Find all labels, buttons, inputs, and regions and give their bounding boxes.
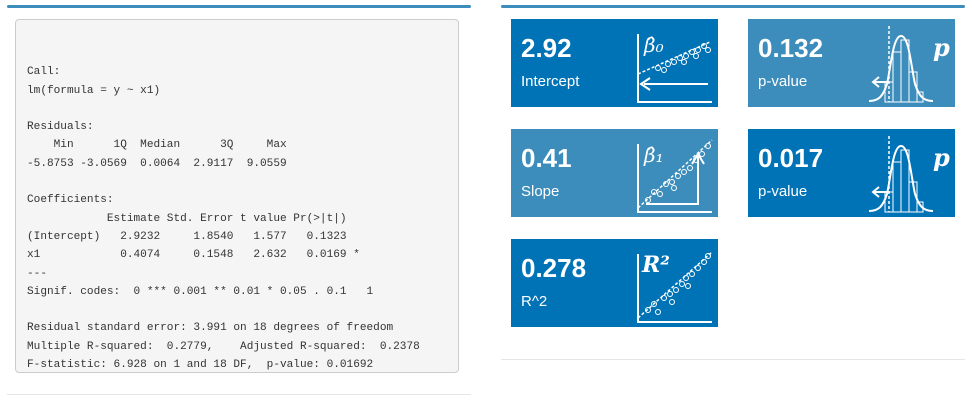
slope-pvalue-label: p-value [758, 183, 808, 200]
summary-line: F-statistic: 6.928 on 1 and 18 DF, p-val… [27, 359, 374, 372]
slope-pvalue-value: 0.017 [758, 143, 824, 173]
r2-symbol: R² [641, 252, 670, 278]
slope-pvalue-box: 0.017 p-value p [748, 129, 955, 217]
summary-line: Signif. codes: 0 *** 0.001 ** 0.01 * 0.0… [27, 285, 374, 298]
left-panel-bottom-rule [7, 394, 471, 395]
summary-line: Residuals: [27, 121, 94, 134]
beta1-symbol: β̂₁ [643, 143, 664, 167]
summary-text: Call: lm(formula = y ~ x1) Residuals: Mi… [16, 20, 458, 374]
intercept-pvalue-box: 0.132 p-value p [748, 19, 955, 107]
summary-line: Min 1Q Median 3Q Max [27, 139, 294, 152]
summary-line: x1 0.4074 0.1548 2.632 0.0169 * [27, 249, 360, 262]
slope-value: 0.41 [521, 143, 572, 173]
summary-line: Coefficients: [27, 194, 114, 207]
summary-line: -5.8753 -3.0569 0.0064 2.9117 9.0559 [27, 157, 294, 170]
summary-line: lm(formula = y ~ x1) [27, 84, 161, 97]
right-panel-bottom-rule [501, 359, 965, 360]
pvalue-distribution-icon: p [868, 136, 950, 213]
r-squared-value-box: 0.278 R^2 R² [511, 239, 718, 327]
left-panel-top-border [7, 5, 471, 8]
summary-line: Estimate Std. Error t value Pr(>|t|) [27, 212, 360, 225]
r-squared-value: 0.278 [521, 253, 587, 283]
beta0-intercept-icon: β̂₀ [637, 33, 712, 103]
regression-summary-output: Call: lm(formula = y ~ x1) Residuals: Mi… [15, 19, 459, 373]
r-squared-label: R^2 [521, 293, 548, 310]
summary-line: --- [27, 267, 47, 280]
right-panel-top-border [501, 5, 965, 8]
summary-line: Call: [27, 66, 61, 79]
slope-value-box: 0.41 Slope β̂₁ [511, 129, 718, 217]
slope-label: Slope [521, 183, 560, 200]
r-squared-icon: R² [637, 251, 713, 323]
intercept-pvalue-label: p-value [758, 73, 808, 90]
pvalue-distribution-icon: p [868, 26, 950, 103]
p-symbol: p [933, 143, 950, 172]
beta1-slope-icon: β̂₁ [637, 139, 713, 213]
intercept-value-box: 2.92 Intercept β̂₀ [511, 19, 718, 107]
p-symbol: p [933, 33, 950, 62]
summary-line: (Intercept) 2.9232 1.8540 1.577 0.1323 [27, 230, 360, 243]
intercept-value: 2.92 [521, 33, 572, 63]
intercept-pvalue-value: 0.132 [758, 33, 824, 63]
summary-line: Multiple R-squared: 0.2779, Adjusted R-s… [27, 340, 427, 353]
summary-line: Residual standard error: 3.991 on 18 deg… [27, 322, 394, 335]
intercept-label: Intercept [521, 73, 580, 90]
beta0-symbol: β̂₀ [643, 33, 664, 57]
